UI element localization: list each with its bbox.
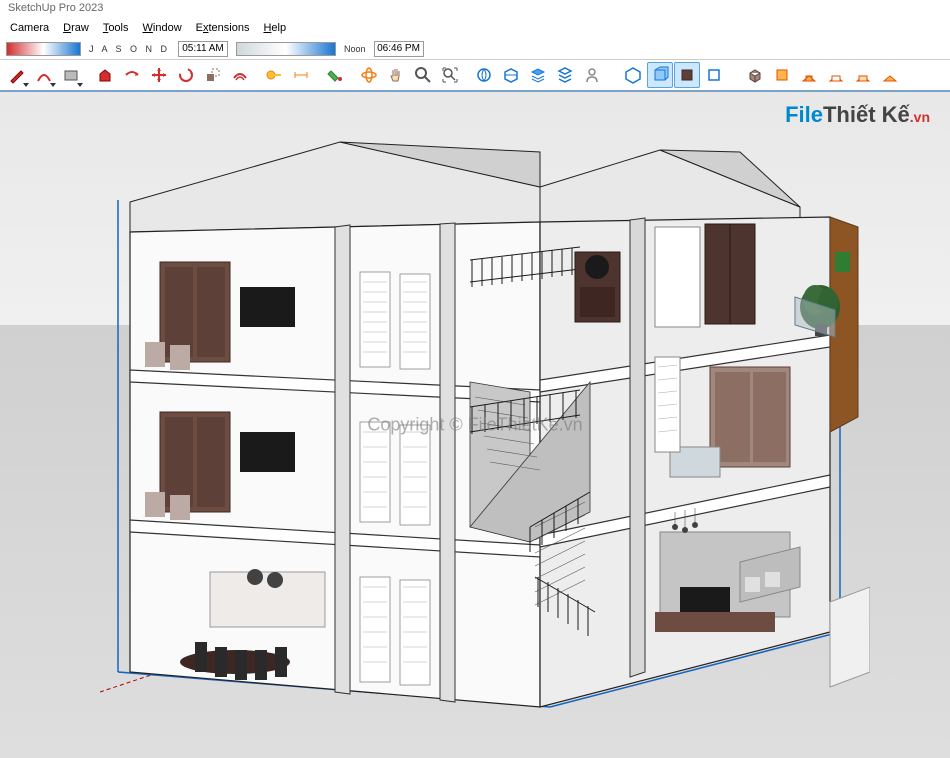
app-title: SketchUp Pro 2023 — [8, 2, 103, 14]
menu-extensions[interactable]: Extensions — [190, 20, 256, 36]
pan-tool[interactable] — [383, 62, 409, 88]
left-view-tool[interactable] — [877, 62, 903, 88]
iso-view-tool[interactable] — [742, 62, 768, 88]
arc-tool[interactable] — [31, 62, 57, 88]
menu-draw[interactable]: Draw — [57, 20, 95, 36]
pencil-tool[interactable] — [4, 62, 30, 88]
follow-me-tool[interactable] — [119, 62, 145, 88]
viewport-3d[interactable]: FileThiết Kế.vn — [0, 92, 950, 758]
wireframe-tool[interactable] — [701, 62, 727, 88]
zoom-extents-tool[interactable] — [437, 62, 463, 88]
menu-bar: Camera Draw Tools Window Extensions Help — [0, 18, 950, 38]
watermark-logo: FileThiết Kế.vn — [785, 102, 930, 128]
menu-camera[interactable]: Camera — [4, 20, 55, 36]
month-labels: J A S O N D — [89, 44, 170, 54]
dimensions-tool[interactable] — [288, 62, 314, 88]
section-tool[interactable] — [498, 62, 524, 88]
date-gradient[interactable] — [6, 42, 81, 56]
back-view-tool[interactable] — [850, 62, 876, 88]
outliner-tool[interactable] — [552, 62, 578, 88]
orbit-tool[interactable] — [356, 62, 382, 88]
move-tool[interactable] — [146, 62, 172, 88]
front-view-tool[interactable] — [796, 62, 822, 88]
xray-tool[interactable] — [620, 62, 646, 88]
right-view-tool[interactable] — [823, 62, 849, 88]
rectangle-tool[interactable] — [58, 62, 84, 88]
tape-measure-tool[interactable] — [261, 62, 287, 88]
push-pull-tool[interactable] — [92, 62, 118, 88]
noon-label: Noon — [344, 44, 366, 54]
scale-tool[interactable] — [200, 62, 226, 88]
menu-help[interactable]: Help — [257, 20, 292, 36]
back-edges-tool[interactable] — [647, 62, 673, 88]
shaded-tool[interactable] — [674, 62, 700, 88]
time-start-input[interactable]: 05:11 AM — [178, 41, 228, 57]
time-end-input[interactable]: 06:46 PM — [374, 41, 424, 57]
menu-tools[interactable]: Tools — [97, 20, 135, 36]
top-view-tool[interactable] — [769, 62, 795, 88]
rotate-tool[interactable] — [173, 62, 199, 88]
time-gradient[interactable] — [236, 42, 336, 56]
shadow-settings-bar: J A S O N D 05:11 AM Noon 06:46 PM — [0, 38, 950, 60]
main-toolbar — [0, 60, 950, 92]
paint-bucket-tool[interactable] — [322, 62, 348, 88]
geo-location-tool[interactable] — [471, 62, 497, 88]
person-tool[interactable] — [579, 62, 605, 88]
building-model — [100, 132, 870, 722]
zoom-tool[interactable] — [410, 62, 436, 88]
title-bar: SketchUp Pro 2023 — [0, 0, 950, 18]
offset-tool[interactable] — [227, 62, 253, 88]
menu-window[interactable]: Window — [137, 20, 188, 36]
layers-tool[interactable] — [525, 62, 551, 88]
